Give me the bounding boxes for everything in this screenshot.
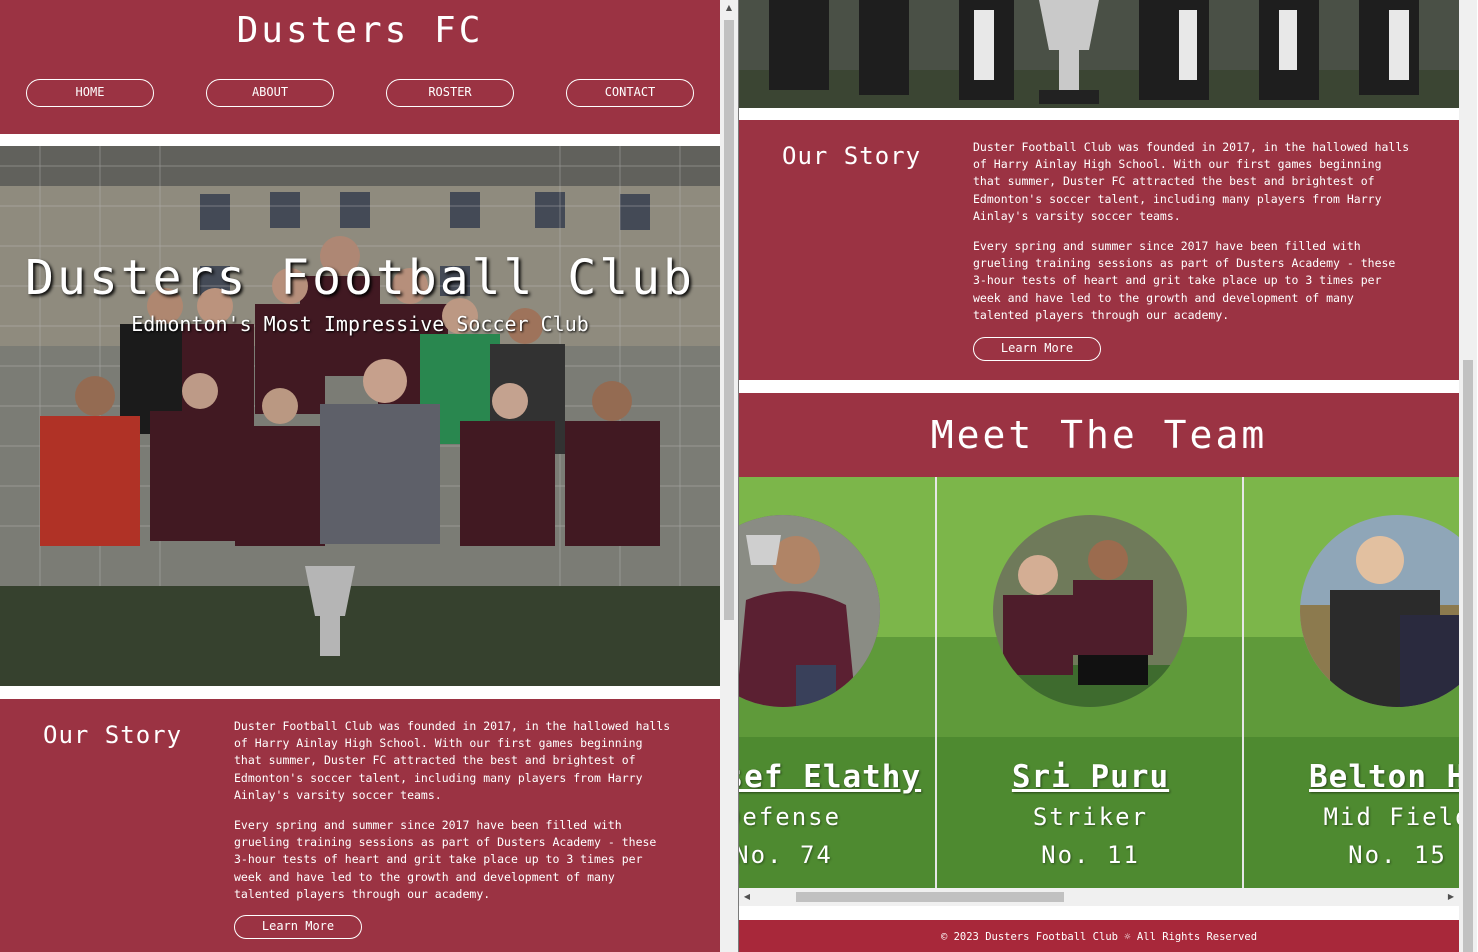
story-paragraph: Every spring and summer since 2017 have … [234, 818, 657, 901]
left-vertical-scrollbar[interactable]: ▲ [720, 0, 738, 952]
story-paragraph: Duster Football Club was founded in 2017… [973, 140, 1410, 223]
story-body: Duster Football Club was founded in 2017… [234, 718, 674, 903]
nav-about-button[interactable]: ABOUT [206, 79, 334, 107]
team-title: Meet The Team [930, 413, 1268, 457]
nav-contact-button[interactable]: CONTACT [566, 79, 694, 107]
player-photo [993, 515, 1187, 707]
player-carousel[interactable]: Youssef Elathy Defense No. 74 [739, 477, 1459, 888]
scroll-up-arrow-icon[interactable]: ▲ [720, 0, 738, 16]
player-name[interactable]: Youssef Elathy [739, 759, 935, 795]
learn-more-button[interactable]: Learn More [973, 337, 1101, 361]
site-footer: © 2023 Dusters Football Club ☼ All Right… [739, 920, 1459, 952]
player-position: Defense [739, 803, 842, 831]
learn-more-button[interactable]: Learn More [234, 915, 362, 939]
scrollbar-thumb[interactable] [724, 20, 734, 620]
player-position: Mid Field [1323, 803, 1459, 831]
story-paragraph: Duster Football Club was founded in 2017… [234, 719, 671, 802]
right-vertical-scrollbar[interactable] [1459, 0, 1477, 952]
hero-banner: Dusters Football Club Edmonton's Most Im… [0, 146, 720, 686]
site-header: Dusters FC HOME ABOUT ROSTER CONTACT [0, 0, 720, 134]
player-number: No. 11 [1041, 841, 1140, 869]
team-photo [0, 146, 720, 686]
scroll-right-arrow-icon[interactable]: ▶ [1443, 888, 1459, 906]
team-photo-bottom [739, 0, 1459, 108]
story-body: Duster Football Club was founded in 2017… [973, 139, 1413, 324]
nav-roster-button[interactable]: ROSTER [386, 79, 514, 107]
scrollbar-thumb[interactable] [1463, 360, 1473, 952]
story-paragraph: Every spring and summer since 2017 have … [973, 239, 1396, 322]
story-heading: Our Story [43, 721, 183, 749]
scroll-left-arrow-icon[interactable]: ◀ [739, 888, 755, 906]
hero-title: Dusters Football Club [25, 250, 695, 306]
carousel-horizontal-scrollbar[interactable]: ◀ ▶ [739, 888, 1459, 906]
story-heading: Our Story [782, 142, 922, 170]
footer-copyright: © 2023 Dusters Football Club ☼ All Right… [940, 931, 1258, 943]
player-name[interactable]: Sri Puru [937, 759, 1242, 795]
player-position: Striker [1032, 803, 1149, 831]
right-browser-pane: Our Story Duster Football Club was found… [739, 0, 1459, 952]
left-browser-pane: Dusters FC HOME ABOUT ROSTER CONTACT Dus… [0, 0, 720, 952]
player-name[interactable]: Belton Ho [1244, 759, 1459, 795]
player-card[interactable]: Belton Ho Mid Field No. 15 [1243, 477, 1459, 888]
player-number: No. 15 [1348, 841, 1447, 869]
site-title: Dusters FC [236, 10, 484, 51]
player-number: No. 74 [739, 841, 833, 869]
nav-home-button[interactable]: HOME [26, 79, 154, 107]
scrollbar-thumb[interactable] [796, 892, 1064, 902]
our-story-section: Our Story Duster Football Club was found… [0, 699, 720, 952]
our-story-section: Our Story Duster Football Club was found… [739, 120, 1459, 380]
player-card[interactable]: Sri Puru Striker No. 11 [936, 477, 1243, 888]
player-card[interactable]: Youssef Elathy Defense No. 74 [739, 477, 936, 888]
hero-subtitle: Edmonton's Most Impressive Soccer Club [131, 312, 589, 336]
meet-the-team-section: Meet The Team ef Elathy efense No. 74 Sr… [739, 393, 1459, 888]
